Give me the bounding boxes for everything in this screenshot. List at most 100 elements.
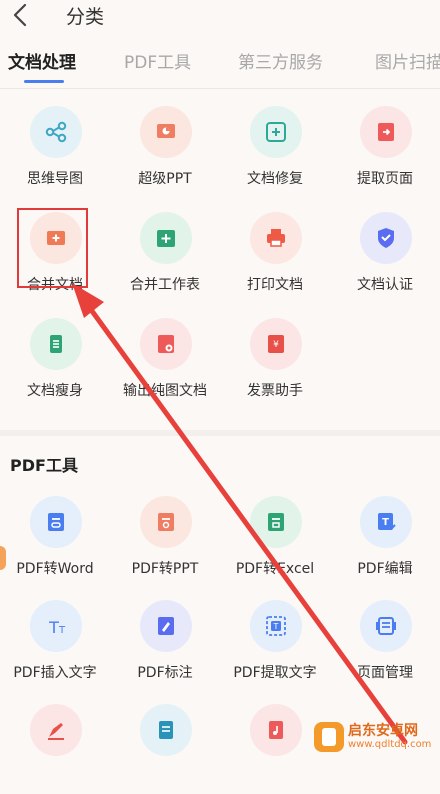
- ppt-icon: [157, 124, 175, 138]
- tool-label: 页面管理: [357, 665, 413, 681]
- pdf-compress-icon: [159, 721, 173, 739]
- tool-icon-circle: [250, 106, 302, 158]
- tool-label: PDF提取文字: [233, 665, 317, 681]
- tab-image-scan[interactable]: 图片扫描: [375, 48, 440, 73]
- tab-pdf-tools[interactable]: PDF工具: [124, 48, 191, 73]
- pdf-edit-icon: T: [378, 513, 396, 530]
- tool-icon-circle: [360, 600, 412, 652]
- section-separator: [0, 430, 440, 436]
- doc-tool-item[interactable]: 打印文档: [220, 212, 330, 302]
- tab-document-processing[interactable]: 文档处理: [8, 48, 76, 73]
- pdf-tool-item[interactable]: PDF转PPT: [110, 496, 220, 586]
- pdf-to-ppt-icon: [158, 513, 174, 531]
- tool-label: PDF插入文字: [13, 665, 97, 681]
- insert-text-icon: TT: [48, 618, 66, 637]
- tool-icon-circle: [140, 704, 192, 756]
- extract-text-icon: T: [266, 616, 286, 636]
- tool-icon-circle: [360, 212, 412, 264]
- active-tab-indicator: [24, 80, 64, 83]
- svg-text:T: T: [48, 618, 59, 637]
- doc-tool-item[interactable]: 输出纯图文档: [110, 318, 220, 408]
- tool-label: PDF标注: [137, 665, 193, 681]
- doc-tool-item[interactable]: 提取页面: [330, 106, 440, 196]
- image-doc-icon: [158, 335, 174, 353]
- pdf-sign-icon: [48, 723, 64, 740]
- doc-tool-item[interactable]: 文档瘦身: [0, 318, 110, 408]
- tool-label: PDF编辑: [357, 561, 413, 577]
- tool-label: 超级PPT: [138, 171, 192, 187]
- watermark-url: www.qdltdq.com: [348, 739, 432, 750]
- pdf-tool-item[interactable]: T PDF编辑: [330, 496, 440, 586]
- svg-text:¥: ¥: [273, 340, 279, 350]
- pdf-tool-item[interactable]: T PDF提取文字: [220, 600, 330, 690]
- site-watermark: 启东安卓网 www.qdltdq.com: [312, 720, 436, 756]
- tool-icon-circle: [140, 106, 192, 158]
- tool-label: 文档瘦身: [27, 383, 83, 399]
- annotate-icon: [158, 617, 174, 635]
- mindmap-icon: [45, 121, 67, 143]
- tool-label: 输出纯图文档: [123, 383, 207, 399]
- doc-tool-item[interactable]: 合并工作表: [110, 212, 220, 302]
- tool-icon-circle: [30, 318, 82, 370]
- merge-sheet-icon: [157, 230, 175, 247]
- tool-label: 提取页面: [357, 171, 413, 187]
- svg-text:T: T: [382, 517, 389, 528]
- page-title: 分类: [66, 6, 105, 28]
- tool-label: PDF转Excel: [235, 561, 315, 577]
- highlight-box: [17, 208, 88, 288]
- pdf-tool-item[interactable]: [0, 704, 110, 794]
- category-tabs: 文档处理 PDF工具 第三方服务 图片扫描: [0, 48, 440, 83]
- pdf-audio-icon: [269, 721, 283, 739]
- tool-icon-circle: [250, 704, 302, 756]
- tool-label: PDF转Word: [16, 561, 94, 577]
- tool-icon-circle: [30, 496, 82, 548]
- tool-icon-circle: ¥: [250, 318, 302, 370]
- tool-icon-circle: [140, 600, 192, 652]
- repair-icon: [266, 122, 286, 142]
- tool-label: 合并工作表: [130, 277, 200, 293]
- tool-icon-circle: TT: [30, 600, 82, 652]
- svg-text:T: T: [273, 622, 279, 631]
- pdf-tool-item[interactable]: PDF转Excel: [220, 496, 330, 586]
- tool-icon-circle: [30, 704, 82, 756]
- tool-label: 文档修复: [247, 171, 303, 187]
- doc-tool-item[interactable]: 思维导图: [0, 106, 110, 196]
- extract-page-icon: [378, 123, 394, 141]
- tool-icon-circle: [360, 106, 412, 158]
- pdf-tool-item[interactable]: [110, 704, 220, 794]
- doc-tool-item[interactable]: 文档认证: [330, 212, 440, 302]
- tool-label: 思维导图: [27, 171, 83, 187]
- back-arrow-icon[interactable]: [10, 2, 32, 28]
- tool-icon-circle: [30, 106, 82, 158]
- pdf-tool-item[interactable]: PDF转Word: [0, 496, 110, 586]
- watermark-title: 启东安卓网: [348, 723, 418, 739]
- watermark-logo: [314, 722, 344, 752]
- pdf-tool-item[interactable]: T T PDF插入文字: [0, 600, 110, 690]
- tool-icon-circle: [140, 318, 192, 370]
- pdf-tool-item[interactable]: PDF标注: [110, 600, 220, 690]
- tool-label: 发票助手: [247, 383, 303, 399]
- doc-tool-item[interactable]: ¥ 发票助手: [220, 318, 330, 408]
- tool-icon-circle: [140, 496, 192, 548]
- doc-tool-item[interactable]: 文档修复: [220, 106, 330, 196]
- pdf-to-word-icon: [48, 513, 64, 531]
- invoice-icon: ¥: [268, 335, 284, 353]
- pdf-tool-item[interactable]: 页面管理: [330, 600, 440, 690]
- pdf-section-title: PDF工具: [10, 456, 78, 475]
- tool-icon-circle: [250, 212, 302, 264]
- tabs-divider: [0, 88, 440, 89]
- doc-tool-item[interactable]: 超级PPT: [110, 106, 220, 196]
- tool-label: PDF转PPT: [131, 561, 199, 577]
- tool-label: 打印文档: [247, 277, 303, 293]
- page-manage-icon: [376, 617, 396, 635]
- tool-label: 文档认证: [357, 277, 413, 293]
- svg-text:T: T: [58, 625, 66, 636]
- tool-icon-circle: [140, 212, 192, 264]
- slim-icon: [50, 335, 62, 353]
- tool-icon-circle: T: [360, 496, 412, 548]
- tab-third-party-services[interactable]: 第三方服务: [238, 48, 323, 73]
- floating-edge-tab[interactable]: [0, 546, 6, 570]
- tool-icon-circle: [250, 496, 302, 548]
- tool-icon-circle: T: [250, 600, 302, 652]
- top-bar: 分类: [0, 0, 440, 34]
